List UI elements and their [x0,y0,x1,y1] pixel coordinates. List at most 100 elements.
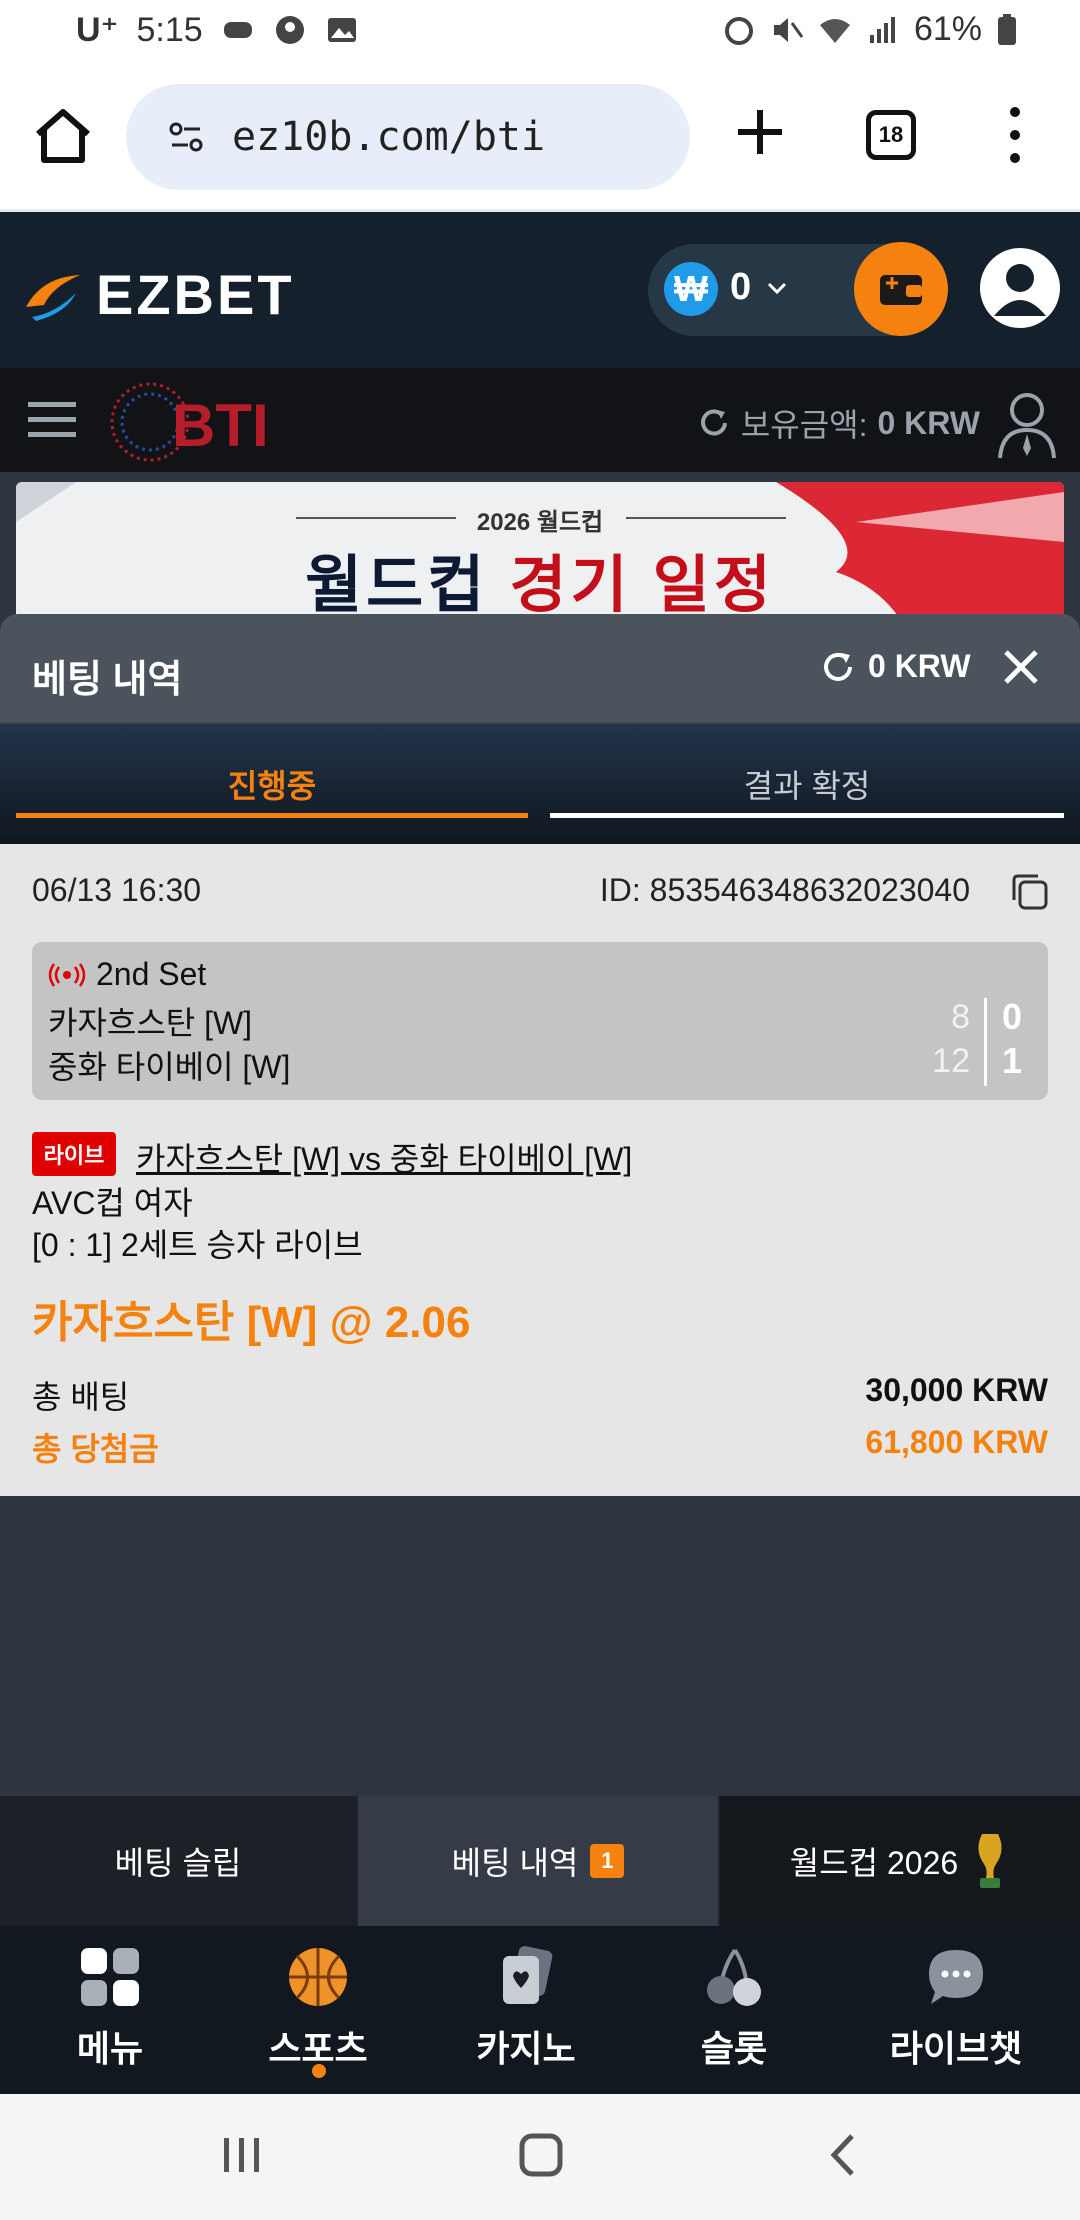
bottom-navigation: 메뉴 스포츠 카지노 슬롯 라이브챗 [0,1926,1080,2094]
nav-menu[interactable]: 메뉴 [20,1944,200,2084]
home-icon[interactable] [30,104,96,170]
tab-in-progress[interactable]: 진행중 [16,724,528,844]
site-header: EZBET ₩ 0 [0,212,1080,368]
screen: { "status_bar": { "carrier": "U⁺", "time… [0,0,1080,2220]
url-text: ez10b.com/bti [232,114,546,160]
team2-sets: 1 [1002,1040,1023,1081]
home-button-icon[interactable] [516,2130,566,2180]
recent-apps-icon[interactable] [220,2130,264,2180]
league-name: AVC컵 여자 [32,1185,193,1221]
refresh-icon[interactable] [820,649,856,685]
nav-slot-label: 슬롯 [700,2028,768,2069]
clock: 5:15 [136,10,203,49]
tab-switcher-button[interactable]: 18 [866,110,916,160]
bet-id: ID: 853546348632023040 [599,872,970,908]
betslip-tabs: 베팅 슬립 베팅 내역 1 월드컵 2026 [0,1796,1080,1926]
refresh-icon[interactable] [697,406,731,440]
bet-datetime: 06/13 16:30 [32,872,202,908]
basketball-icon [289,1948,347,2006]
browser-toolbar: ez10b.com/bti 18 [0,62,1080,212]
cherry-icon [707,1948,761,2006]
nav-casino[interactable]: 카지노 [436,1944,616,2084]
ezbet-logo-text: EZBET [96,263,295,326]
total-payout-value: 61,800 KRW [865,1424,1048,1460]
match-link[interactable]: 카자흐스탄 [W] vs 중화 타이베이 [W] [136,1134,632,1180]
wallet-balance: 0 [730,266,752,308]
banner-title: 월드컵 경기 일정 [16,534,1064,624]
ezbet-logo-mark-icon [26,274,80,321]
bti-balance: 보유금액: 0 KRW [697,400,980,446]
tab-bet-history-label: 베팅 내역 [451,1845,579,1881]
tab-worldcup-label: 월드컵 2026 [789,1845,959,1881]
tab-settled[interactable]: 결과 확정 [550,724,1064,844]
more-vert-icon[interactable] [1000,102,1030,168]
scoreboard-period: 2nd Set [48,956,206,993]
ezbet-logo[interactable]: EZBET [22,262,295,327]
bti-logo-text: BTI [172,392,269,459]
new-tab-icon[interactable] [730,102,790,162]
game-controller-icon [223,22,252,38]
tab-bet-slip[interactable]: 베팅 슬립 [0,1796,356,1926]
total-payout-label: 총 당첨금 [32,1431,159,1467]
tab-bet-history[interactable]: 베팅 내역 1 [358,1796,718,1926]
trophy-icon [978,1834,1002,1888]
balance-label: 보유금액: [740,407,868,443]
team1-name: 카자흐스탄 [W] [48,1005,253,1041]
tab-bet-slip-label: 베팅 슬립 [114,1845,242,1881]
bti-logo[interactable]: BTI [110,380,320,464]
user-avatar-icon [994,264,1046,316]
team2-points: 12 [932,1042,970,1080]
chevron-down-icon [767,282,787,295]
status-bar: U⁺ 5:15 61% [0,0,1080,62]
won-currency-icon: ₩ [664,262,718,316]
tab-worldcup-2026[interactable]: 월드컵 2026 [720,1796,1080,1926]
nav-slot[interactable]: 슬롯 [644,1944,824,2084]
wallet-button[interactable] [854,242,948,336]
battery-percent: 61% [913,10,982,48]
banner-title-part1: 월드컵 [305,551,489,620]
team2-name: 중화 타이베이 [W] [48,1049,291,1085]
live-broadcast-icon [48,962,86,987]
balance-value: 0 KRW [877,404,980,441]
bet-count-badge: 1 [590,1844,625,1878]
menu-grid-icon [81,1948,139,2006]
wifi-icon [819,18,850,43]
panel-balance-value: 0 KRW [868,648,971,684]
bet-status-tabs: 진행중 결과 확정 [0,724,1080,844]
bet-selection: 카자흐스탄 [W] @ 2.06 [32,1298,471,1347]
score-divider [984,998,987,1086]
panel-title: 베팅 내역 [32,659,183,701]
total-stake-value: 30,000 KRW [865,1372,1048,1408]
copy-icon[interactable] [1010,872,1050,912]
image-icon [327,18,356,42]
site-settings-icon[interactable] [166,117,206,157]
team1-sets: 0 [1002,996,1023,1037]
chat-bubble-icon [929,1950,983,2004]
battery-icon [998,13,1016,45]
nav-livechat[interactable]: 라이브챗 [866,1944,1046,2084]
banner-subtitle: 2026 월드컵 [476,509,604,536]
close-icon[interactable] [996,642,1046,692]
nav-livechat-label: 라이브챗 [889,2028,1023,2069]
alarm-icon [724,16,753,45]
signal-icon [869,16,895,43]
mute-icon [773,17,804,42]
bet-history-panel-header: 베팅 내역 0 KRW [0,614,1080,724]
total-stake-label: 총 배팅 [32,1379,130,1415]
cards-icon [503,1946,553,2004]
address-bar[interactable]: ez10b.com/bti [126,84,690,190]
live-scoreboard: 2nd Set 카자흐스탄 [W] 중화 타이베이 [W] 8 12 0 1 [32,942,1048,1100]
account-circle-icon [275,16,304,44]
active-nav-indicator [312,2064,326,2078]
team1-points: 8 [951,998,970,1036]
bet-card: 06/13 16:30 ID: 853546348632023040 2nd S… [0,844,1080,1496]
system-navigation-bar [0,2094,1080,2220]
carrier-label: U⁺ [76,11,119,49]
period-label: 2nd Set [96,956,207,992]
back-icon[interactable] [824,2130,864,2180]
bti-bar: BTI 보유금액: 0 KRW [0,368,1080,472]
account-icon[interactable] [996,390,1058,460]
profile-button[interactable] [980,248,1060,328]
nav-sports[interactable]: 스포츠 [228,1944,408,2084]
hamburger-menu-icon[interactable] [28,400,76,440]
